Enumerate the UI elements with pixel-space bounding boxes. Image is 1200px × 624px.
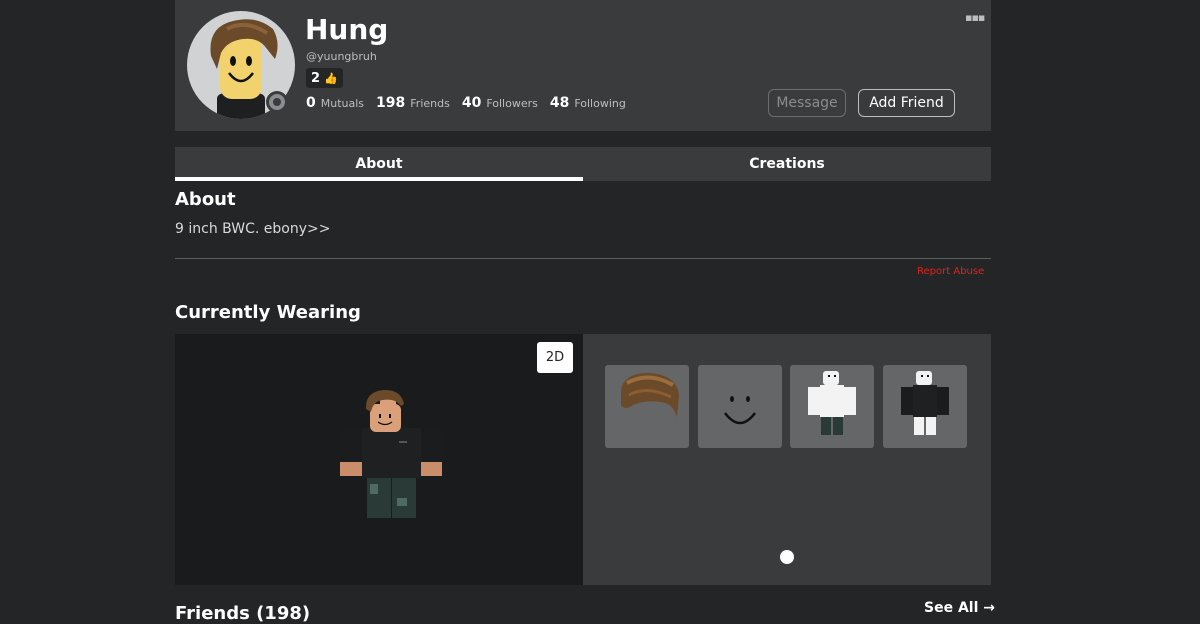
profile-stats: 0 Mutuals 198 Friends 40 Followers 48 Fo… — [306, 95, 626, 111]
stat-following[interactable]: 48 Following — [550, 95, 626, 111]
stat-label: Friends — [410, 97, 450, 110]
message-button[interactable]: Message — [768, 89, 846, 117]
presence-icon — [266, 91, 288, 113]
friends-title: Friends (198) — [175, 603, 311, 624]
shirt-item[interactable] — [790, 365, 874, 448]
about-text: 9 inch BWC. ebony>> — [175, 221, 331, 237]
stat-label: Followers — [486, 97, 538, 110]
badge-count-value: 2 — [311, 70, 321, 86]
stat-label: Mutuals — [320, 97, 365, 110]
hair-item[interactable] — [605, 365, 689, 448]
report-abuse-link[interactable]: Report Abuse — [917, 266, 984, 277]
username: @yuungbruh — [306, 50, 377, 63]
stat-number: 48 — [549, 95, 570, 111]
profile-tabs: About Creations — [175, 147, 991, 181]
see-all-link[interactable]: See All → — [924, 600, 995, 616]
tab-creations[interactable]: Creations — [583, 147, 991, 181]
profile-header: Hung @yuungbruh 2 👍 0 Mutuals 198 Friend… — [175, 0, 991, 131]
more-dots-icon[interactable]: ▪▪▪ — [965, 11, 985, 24]
divider — [175, 258, 991, 259]
outfit-item[interactable] — [883, 365, 967, 448]
about-title: About — [175, 189, 236, 210]
face-item[interactable] — [698, 365, 782, 448]
stat-label: Following — [574, 97, 626, 110]
stat-followers[interactable]: 40 Followers — [462, 95, 538, 111]
badge-count[interactable]: 2 👍 — [306, 68, 343, 88]
wearing-items-panel — [583, 334, 991, 585]
tab-about[interactable]: About — [175, 147, 583, 181]
carousel-dot[interactable] — [780, 550, 794, 564]
toggle-2d-button[interactable]: 2D — [537, 342, 573, 373]
avatar-3d-viewer[interactable] — [175, 334, 583, 585]
stat-number: 40 — [461, 95, 482, 111]
avatar[interactable] — [187, 11, 295, 119]
add-friend-button[interactable]: Add Friend — [858, 89, 955, 117]
currently-wearing-title: Currently Wearing — [175, 302, 361, 323]
avatar-figure — [340, 389, 442, 518]
display-name: Hung — [305, 13, 389, 46]
stat-mutuals[interactable]: 0 Mutuals — [306, 95, 364, 111]
stat-number: 0 — [306, 95, 316, 111]
stat-number: 198 — [376, 95, 406, 111]
thumbs-up-icon: 👍 — [324, 71, 338, 85]
stat-friends[interactable]: 198 Friends — [376, 95, 450, 111]
